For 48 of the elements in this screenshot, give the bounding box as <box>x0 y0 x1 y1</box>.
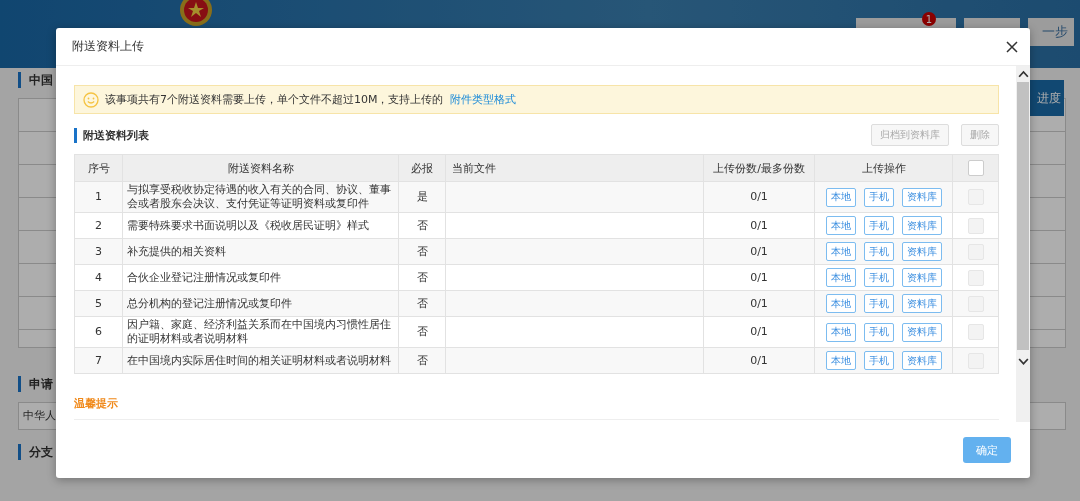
table-cell: 0/1 <box>703 290 815 317</box>
table-cell: 5 <box>74 290 123 317</box>
scroll-up-icon[interactable] <box>1017 70 1029 78</box>
table-cell: 是 <box>398 181 446 213</box>
table-cell: 否 <box>398 238 446 265</box>
column-header: 上传操作 <box>814 154 953 182</box>
notice-text: 该事项共有7个附送资料需要上传，单个文件不超过10M，支持上传的 <box>105 92 444 107</box>
table-cell: 4 <box>74 264 123 291</box>
table-cell: 6 <box>74 316 123 348</box>
table-cell: 因户籍、家庭、经济利益关系而在中国境内习惯性居住的证明材料或者说明材料 <box>122 316 399 348</box>
table-cell: 否 <box>398 316 446 348</box>
scroll-down-icon[interactable] <box>1017 358 1029 366</box>
table-cell: 3 <box>74 238 123 265</box>
table-cell: 需要特殊要求书面说明以及《税收居民证明》样式 <box>122 212 399 239</box>
list-title: 附送资料列表 <box>74 127 149 143</box>
table-cell: 1 <box>74 181 123 213</box>
table-cell: 在中国境内实际居住时间的相关证明材料或者说明材料 <box>122 347 399 374</box>
table-cell: 否 <box>398 347 446 374</box>
table-cell: 7 <box>74 347 123 374</box>
notification-badge: 1 <box>922 12 936 26</box>
table-cell: 合伙企业登记注册情况或复印件 <box>122 264 399 291</box>
table-cell: 0/1 <box>703 181 815 213</box>
table-cell: 0/1 <box>703 212 815 239</box>
table-cell: 0/1 <box>703 238 815 265</box>
table-cell: 否 <box>398 212 446 239</box>
table-cell-text: 中华人 <box>22 408 56 424</box>
table-cell: 0/1 <box>703 347 815 374</box>
table-cell: 0/1 <box>703 316 815 348</box>
file-types-link[interactable]: 附件类型格式 <box>449 92 516 107</box>
table-cell: 否 <box>398 264 446 291</box>
table-cell: 补充提供的相关资料 <box>122 238 399 265</box>
table-cell: 与拟享受税收协定待遇的收入有关的合同、协议、董事会或者股东会决议、支付凭证等证明资料或复印件 <box>122 181 399 213</box>
smiley-icon <box>83 91 99 108</box>
column-header: 必报 <box>398 154 446 182</box>
table-cell: 2 <box>74 212 123 239</box>
close-icon[interactable] <box>1006 40 1018 53</box>
tips-title: 温馨提示 <box>74 396 999 420</box>
table-cell: 总分机构的登记注册情况或复印件 <box>122 290 399 317</box>
table-cell: 否 <box>398 290 446 317</box>
dialog-title: 附送资料上传 <box>72 38 144 55</box>
select-all-checkbox[interactable] <box>967 160 984 176</box>
confirm-button[interactable]: 确定 <box>963 437 1011 463</box>
column-header: 当前文件 <box>445 154 704 182</box>
column-header: 附送资料名称 <box>122 154 399 182</box>
table-cell: 0/1 <box>703 264 815 291</box>
column-header: 上传份数/最多份数 <box>703 154 815 182</box>
column-header: 序号 <box>74 154 123 182</box>
next-step-button[interactable]: 一步 <box>1028 18 1074 46</box>
